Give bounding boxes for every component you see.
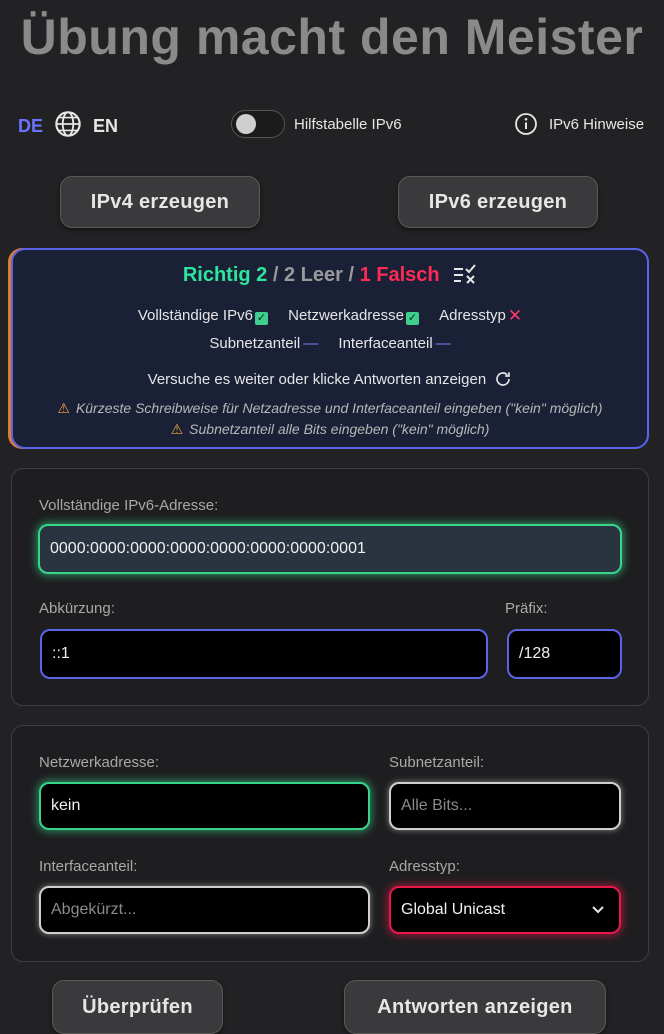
interface-input[interactable]: Abgekürzt... (39, 886, 370, 934)
address-type-select[interactable]: Global Unicast (389, 886, 621, 934)
answer-panel: Netzwerkadresse: kein Subnetzanteil: All… (11, 725, 649, 962)
language-en[interactable]: EN (93, 116, 118, 137)
result-box: Richtig 2 / 2 Leer / 1 Falsch Vollständi… (11, 248, 649, 449)
abbreviation-label: Abkürzung: (39, 600, 115, 617)
show-answers-button[interactable]: Antworten anzeigen (344, 980, 606, 1034)
dash-icon: — (303, 335, 319, 352)
dash-icon: — (435, 335, 451, 352)
prefix-label: Präfix: (505, 600, 548, 617)
check-full: Vollständige IPv6 ✓ (137, 307, 268, 325)
cross-icon: ✕ (507, 306, 523, 325)
generate-ipv6-button[interactable]: IPv6 erzeugen (398, 176, 598, 228)
check-subnet: Subnetzanteil — (209, 335, 318, 352)
generate-ipv4-button[interactable]: IPv4 erzeugen (60, 176, 260, 228)
check-interface-label: Interfaceanteil (338, 335, 433, 352)
prefix-input[interactable]: /128 (507, 629, 622, 679)
wrong-count: 1 Falsch (359, 264, 440, 286)
subnet-label: Subnetzanteil: (389, 754, 485, 771)
correct-count: Richtig 2 (182, 264, 268, 286)
separator: / (342, 264, 360, 286)
warning-2-text: Subnetzanteil alle Bits eingeben ("kein"… (189, 421, 490, 437)
warning-1: ⚠ Kürzeste Schreibweise für Netzadresse u… (13, 400, 647, 417)
interface-placeholder: Abgekürzt... (51, 901, 137, 918)
check-ok-icon: ✓ (254, 312, 268, 325)
check-row-2: Subnetzanteil — Interfaceanteil — (13, 335, 647, 352)
network-address-label: Netzwerkadresse: (39, 754, 160, 771)
check-ok-icon: ✓ (406, 312, 419, 325)
help-table-label: Hilfstabelle IPv6 (294, 116, 402, 133)
retry-hint-text: Versuche es weiter oder klicke Antworten… (147, 371, 487, 388)
check-interface: Interfaceanteil — (338, 335, 450, 352)
page-title: Übung macht den Meister (20, 9, 644, 65)
retry-icon (496, 372, 511, 386)
interface-label: Interfaceanteil: (39, 858, 138, 875)
address-panel: Vollständige IPv6-Adresse: 0000:0000:000… (11, 468, 649, 706)
top-bar: DE EN Hilfstabelle IPv6 IPv6 Hinweise (0, 108, 664, 142)
chevron-down-icon (592, 906, 604, 914)
score-line: Richtig 2 / 2 Leer / 1 Falsch (13, 264, 647, 287)
check-full-label: Vollständige IPv6 (137, 307, 253, 324)
toggle-knob (236, 114, 256, 134)
warning-2: ⚠ Subnetzanteil alle Bits eingeben ("kein… (13, 421, 647, 438)
check-type-label: Adresstyp (439, 307, 506, 324)
subnet-placeholder: Alle Bits... (401, 797, 473, 814)
network-address-input[interactable]: kein (39, 782, 370, 830)
full-address-label: Vollständige IPv6-Adresse: (39, 497, 219, 514)
full-address-input[interactable]: 0000:0000:0000:0000:0000:0000:0000:0001 (38, 524, 622, 574)
warning-icon: ⚠ (57, 400, 70, 416)
language-de[interactable]: DE (18, 116, 43, 137)
check-row-1: Vollständige IPv6 ✓ Netzwerkadresse ✓ Adre… (13, 306, 647, 326)
subnet-input[interactable]: Alle Bits... (389, 782, 621, 830)
warning-1-text: Kürzeste Schreibweise für Netzadresse un… (75, 400, 603, 416)
help-table-toggle[interactable] (231, 110, 285, 138)
check-network: Netzwerkadresse ✓ (288, 307, 419, 325)
separator: / (267, 264, 284, 286)
abbreviation-input[interactable]: ::1 (40, 629, 488, 679)
retry-hint: Versuche es weiter oder klicke Antworten… (13, 370, 647, 388)
warning-icon: ⚠ (170, 421, 184, 437)
address-type-label: Adresstyp: (389, 858, 460, 875)
ipv6-hints-link[interactable]: IPv6 Hinweise (549, 116, 644, 133)
empty-count: 2 Leer (283, 264, 343, 286)
check-network-label: Netzwerkadresse (288, 307, 404, 324)
info-icon[interactable] (514, 112, 538, 136)
check-button[interactable]: Überprüfen (52, 980, 223, 1034)
globe-icon[interactable] (54, 110, 82, 138)
checklist-icon (454, 264, 476, 284)
address-type-value: Global Unicast (401, 901, 506, 918)
check-subnet-label: Subnetzanteil (209, 335, 301, 352)
check-type: Adresstyp ✕ (439, 306, 523, 325)
